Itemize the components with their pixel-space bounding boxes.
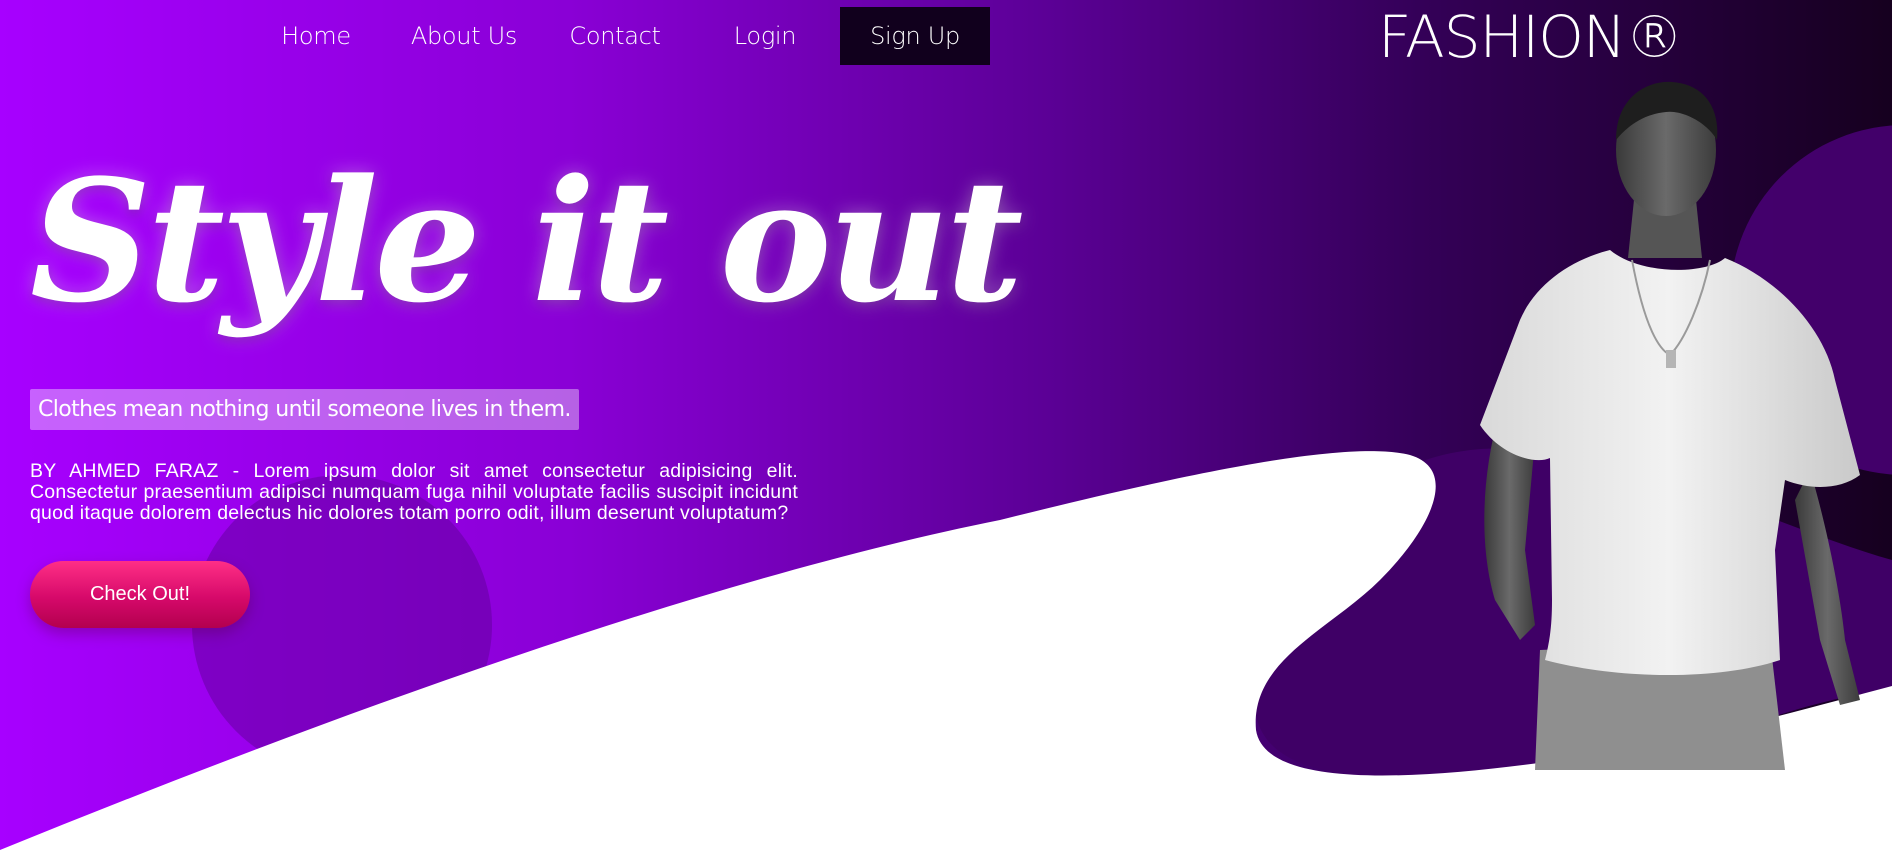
model-tshirt (1480, 250, 1860, 675)
brand-logo[interactable]: FASHION® (1378, 2, 1683, 72)
check-out-button[interactable]: Check Out! (30, 561, 250, 628)
hero-tagline: Clothes mean nothing until someone lives… (30, 389, 579, 430)
nav-about-link[interactable]: About Us (409, 7, 519, 65)
nav-login-link[interactable]: Login (725, 7, 805, 65)
nav-contact-link[interactable]: Contact (567, 7, 663, 65)
signup-button[interactable]: Sign Up (840, 7, 990, 65)
nav-home-link[interactable]: Home (276, 7, 356, 65)
hero-title: Style it out (30, 142, 1023, 340)
hero-body-text: BY AHMED FARAZ - Lorem ipsum dolor sit a… (30, 460, 798, 524)
model-right-arm (1795, 470, 1860, 705)
model-pendant (1666, 350, 1676, 368)
landing-page: Home About Us Contact Login Sign Up FASH… (0, 0, 1892, 862)
model-photo (1480, 81, 1860, 770)
